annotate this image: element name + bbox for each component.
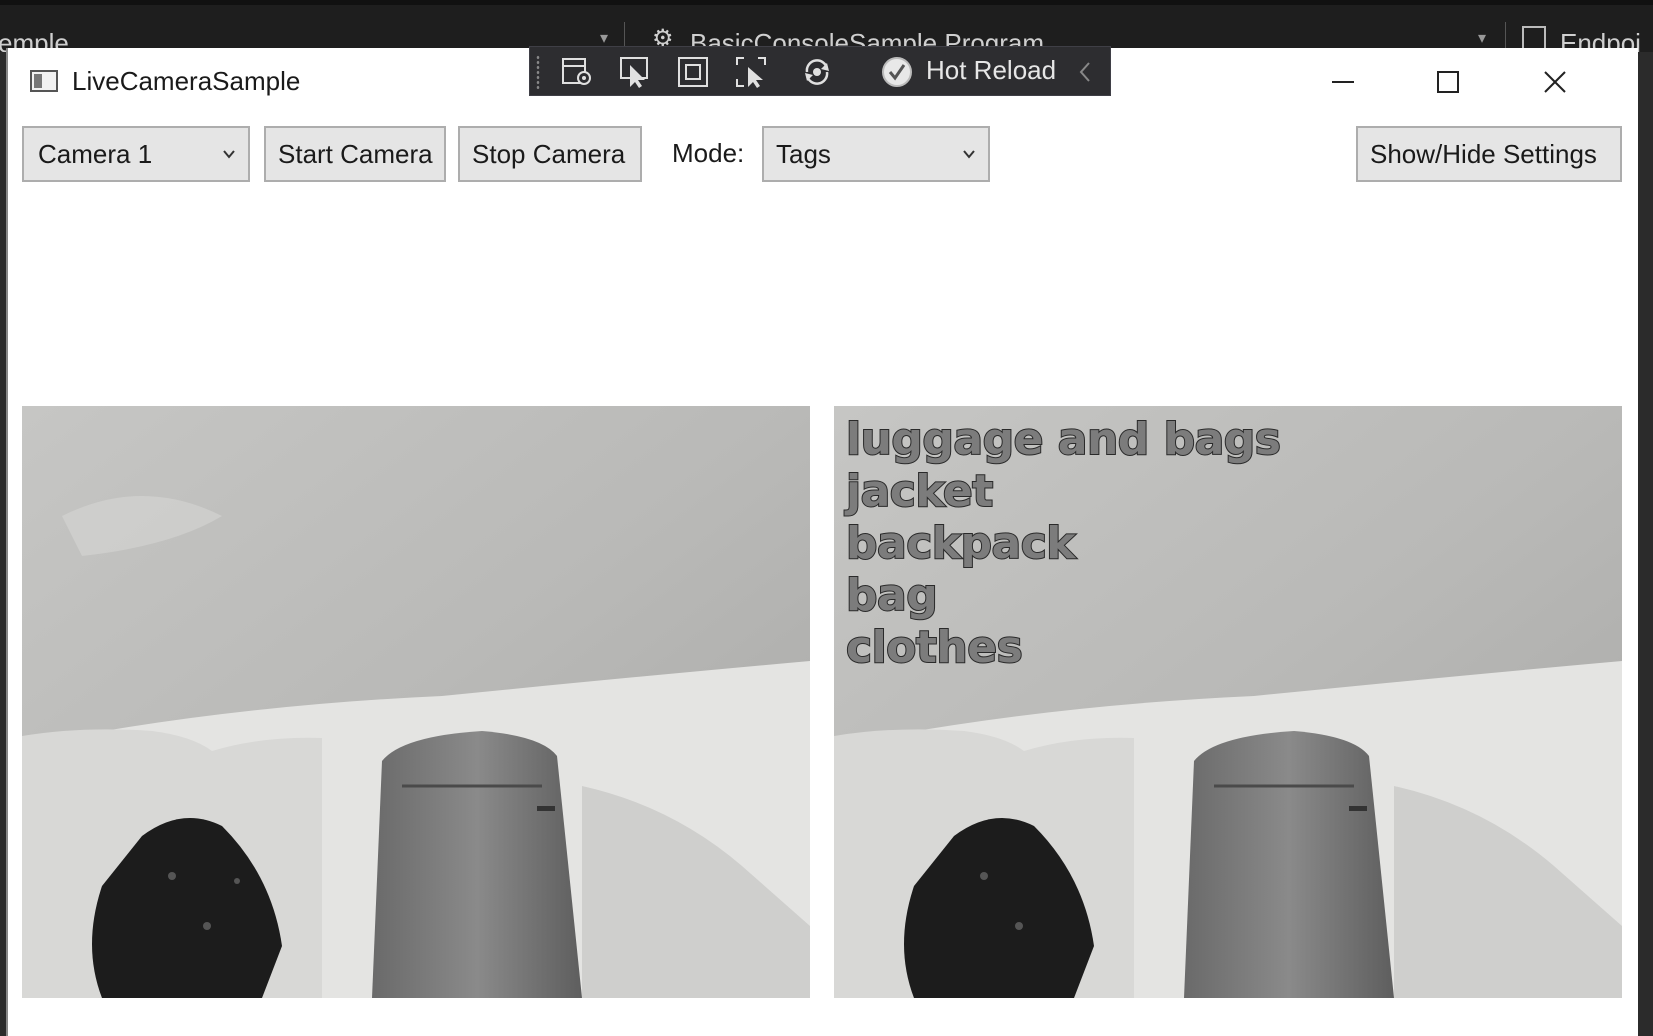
- chevron-down-icon: [223, 150, 235, 159]
- minimize-icon: [1332, 81, 1354, 83]
- live-visual-tree-icon[interactable]: [560, 55, 594, 89]
- tag-item: backpack: [845, 517, 1077, 570]
- select-element-icon[interactable]: [618, 55, 652, 89]
- hot-reload-button[interactable]: Hot Reload: [926, 55, 1056, 86]
- mode-label: Mode:: [672, 138, 745, 168]
- toolbar-grip[interactable]: [536, 55, 540, 89]
- ide-dropdown-icon: ▾: [1478, 30, 1487, 47]
- result-camera-frame: luggage and bags jacket backpack bag clo…: [834, 406, 1622, 998]
- camera-scene: [22, 406, 810, 998]
- close-icon: [1544, 71, 1566, 93]
- track-focus-icon[interactable]: [734, 55, 768, 89]
- hot-reload-check-icon: [882, 57, 912, 87]
- stop-camera-label: Stop Camera: [472, 139, 626, 169]
- start-camera-button[interactable]: Start Camera: [264, 126, 446, 182]
- ide-dropdown-icon: ▾: [600, 30, 609, 47]
- mode-select[interactable]: Tags: [762, 126, 990, 182]
- camera-select-value: Camera 1: [38, 139, 153, 169]
- display-adorners-icon[interactable]: [676, 55, 710, 89]
- endpoint-icon: [1522, 26, 1546, 50]
- close-button[interactable]: [1525, 58, 1585, 106]
- chevron-left-icon[interactable]: [1075, 55, 1095, 89]
- tag-item: bag: [845, 569, 939, 622]
- app-window: LiveCameraSample Camera 1 Start Camera S…: [6, 48, 1638, 1036]
- camera-select[interactable]: Camera 1: [22, 126, 250, 182]
- stop-camera-button[interactable]: Stop Camera: [458, 126, 642, 182]
- start-camera-label: Start Camera: [278, 139, 433, 169]
- settings-label: Show/Hide Settings: [1370, 139, 1597, 169]
- window-title: LiveCameraSample: [72, 66, 301, 96]
- maximize-button[interactable]: [1418, 58, 1478, 106]
- minimize-button[interactable]: [1313, 58, 1373, 106]
- tag-list: luggage and bags jacket backpack bag clo…: [845, 413, 1282, 674]
- app-icon: [30, 70, 58, 92]
- tag-item: luggage and bags: [845, 413, 1282, 466]
- ide-background: emple ▾ ⚙ BasicConsoleSample.Program ▾ E…: [0, 0, 1653, 52]
- tag-item: jacket: [845, 465, 994, 518]
- live-camera-frame: [22, 406, 810, 998]
- show-hide-settings-button[interactable]: Show/Hide Settings: [1356, 126, 1622, 182]
- maximize-icon: [1437, 71, 1459, 93]
- tag-item: clothes: [845, 621, 1024, 674]
- mode-select-value: Tags: [776, 139, 831, 169]
- chevron-down-icon: [963, 150, 975, 159]
- hot-reload-refresh-icon[interactable]: [800, 55, 834, 89]
- xaml-hot-reload-toolbar: Hot Reload: [529, 46, 1111, 96]
